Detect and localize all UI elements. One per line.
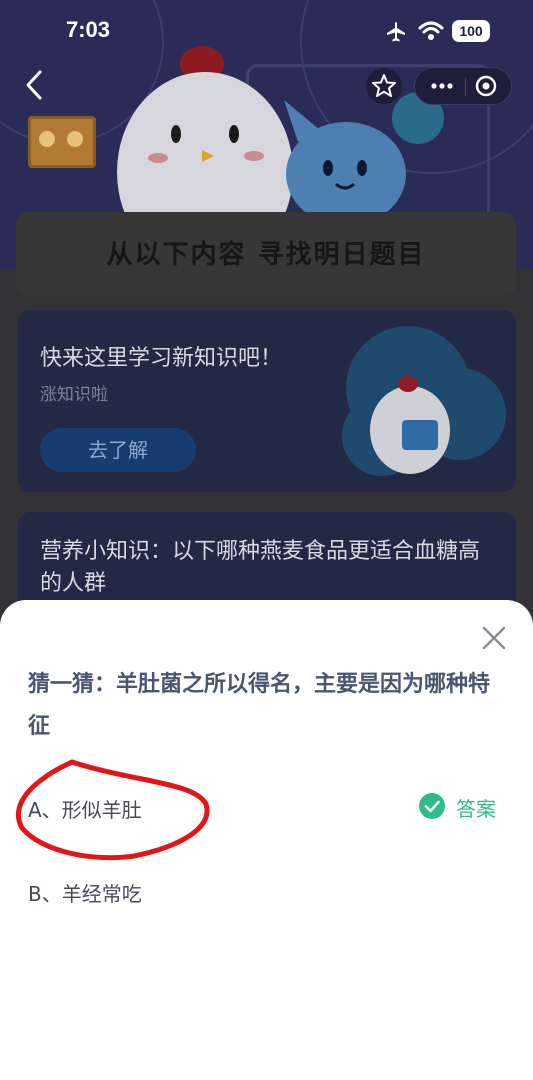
battery-indicator: 100 bbox=[452, 20, 490, 42]
back-arrow-icon[interactable] bbox=[18, 68, 52, 102]
close-icon[interactable] bbox=[478, 622, 510, 654]
wifi-icon bbox=[418, 21, 444, 40]
more-icon[interactable] bbox=[429, 76, 455, 96]
option-b[interactable]: B、羊经常吃 bbox=[28, 878, 328, 907]
medal-board-illustration bbox=[28, 116, 96, 168]
option-a[interactable]: A、形似羊肚 bbox=[28, 794, 328, 823]
answer-label: 答案 bbox=[456, 797, 496, 821]
star-button[interactable] bbox=[366, 68, 402, 104]
airplane-icon bbox=[387, 22, 405, 42]
capsule-divider bbox=[465, 78, 466, 96]
sheet-question: 猜一猜：羊肚菌之所以得名，主要是因为哪种特征 bbox=[28, 672, 491, 739]
alien-mascot-illustration bbox=[284, 100, 406, 222]
status-time: 7:03 bbox=[66, 17, 111, 42]
star-icon bbox=[372, 74, 396, 97]
close-mini-icon[interactable] bbox=[475, 75, 497, 97]
status-bar: 7:03 100 bbox=[0, 0, 533, 62]
quiz-card-question: 营养小知识：以下哪种燕麦食品更适合血糖高的人群 bbox=[40, 539, 481, 596]
mini-program-capsule bbox=[414, 67, 512, 105]
reading-chicken-illustration bbox=[342, 326, 506, 476]
learn-more-button[interactable]: 去了解 bbox=[40, 428, 196, 472]
learn-card-title: 快来这里学习新知识吧！ bbox=[40, 346, 283, 371]
check-circle-icon bbox=[419, 793, 445, 819]
learn-card-subtitle: 涨知识啦 bbox=[40, 385, 108, 405]
answer-bottom-sheet: 猜一猜：羊肚菌之所以得名，主要是因为哪种特征 A、形似羊肚 答案 B、羊经常吃 bbox=[0, 600, 533, 1080]
search-card: 从以下内容 寻找明日题目 bbox=[16, 212, 516, 296]
search-card-title: 从以下内容 寻找明日题目 bbox=[106, 240, 426, 270]
learn-card: 快来这里学习新知识吧！ 涨知识啦 去了解 bbox=[18, 310, 516, 492]
answer-badge: 答案 bbox=[418, 792, 514, 822]
